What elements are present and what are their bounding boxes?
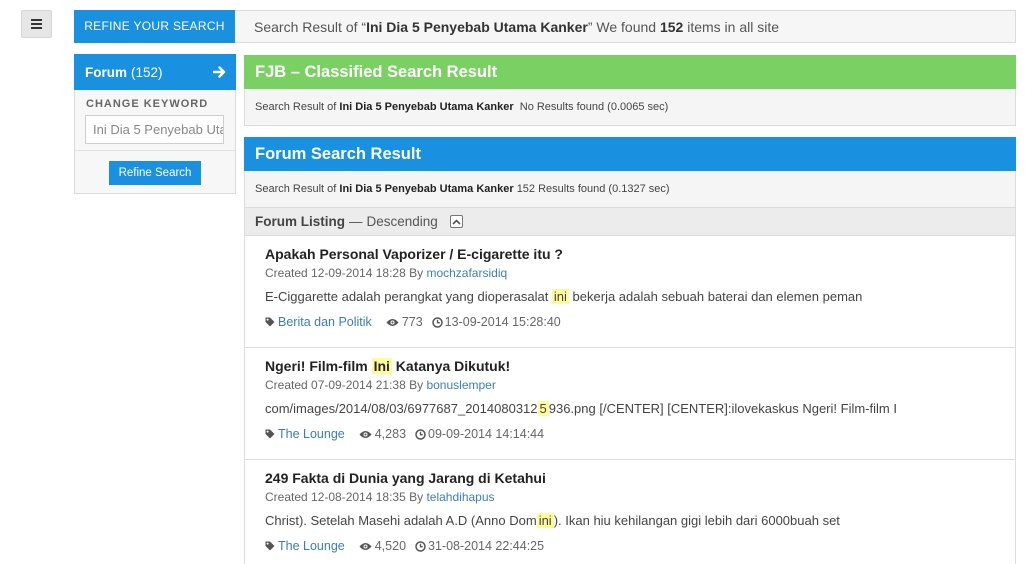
list-item: Apakah Personal Vaporizer / E-cigarette … xyxy=(245,236,1015,348)
fjb-section: FJB – Classified Search Result Search Re… xyxy=(244,55,1016,126)
forum-listing-header: Forum Listing — Descending xyxy=(245,207,1015,236)
clock-icon xyxy=(415,540,426,552)
list-item: Ngeri! Film-film Ini Katanya Dikutuk! Cr… xyxy=(245,348,1015,460)
listing-label: Forum Listing xyxy=(255,214,345,229)
summary-count: 152 xyxy=(659,18,684,35)
snippet-text: E-Ciggarette adalah perangkat yang diope… xyxy=(265,289,552,304)
result-footer: Berita dan Politik 773 13-09-2014 15:28:… xyxy=(265,313,1015,331)
result-title-link[interactable]: Apakah Personal Vaporizer / E-cigarette … xyxy=(265,246,1015,266)
result-meta: Created 07-09-2014 21:38 By bonuslemper xyxy=(265,378,1015,395)
eye-icon xyxy=(386,318,399,327)
last-post-date: 09-09-2014 14:14:44 xyxy=(428,427,545,441)
forum-query: Ini Dia 5 Penyebab Utama Kanker xyxy=(339,183,514,195)
result-meta: Created 12-09-2014 18:28 By mochzafarsid… xyxy=(265,266,1015,283)
clock-icon xyxy=(415,428,426,440)
snippet-text: com/images/2014/08/03/6977687_2014080312 xyxy=(265,401,538,416)
summary-suffix: items in all site xyxy=(683,18,780,35)
forum-result: 152 Results found (0.1327 sec) xyxy=(516,183,670,195)
sort-toggle-button[interactable] xyxy=(449,215,463,228)
results-list: Apakah Personal Vaporizer / E-cigarette … xyxy=(245,236,1015,564)
snippet-text: bekerja adalah sebuah baterai dan elemen… xyxy=(568,289,863,304)
search-summary-text: Search Result of “Ini Dia 5 Penyebab Uta… xyxy=(235,19,779,35)
created-text: Created 12-09-2014 18:28 By xyxy=(265,266,427,280)
chevron-up-icon xyxy=(452,218,461,225)
sidebar-item-forum[interactable]: Forum (152) xyxy=(74,54,236,90)
forum-count: (152) xyxy=(131,64,163,80)
tag-icon xyxy=(265,317,275,327)
last-post-date: 13-09-2014 15:28:40 xyxy=(444,315,561,329)
forum-prefix: Search Result of xyxy=(255,183,337,195)
summary-prefix: Search Result of “ xyxy=(254,18,367,35)
snippet-highlight: ini xyxy=(551,289,569,304)
view-count: 773 xyxy=(401,315,423,329)
change-keyword-label: CHANGE KEYWORD xyxy=(86,98,209,110)
fjb-prefix: Search Result of xyxy=(255,101,337,113)
keyword-input[interactable] xyxy=(85,115,224,144)
tag-icon xyxy=(265,541,275,551)
created-text: Created 12-08-2014 18:35 By xyxy=(265,490,427,504)
fjb-result: No Results found (0.0065 sec) xyxy=(519,101,669,113)
summary-middle: ” We found xyxy=(587,18,660,35)
menu-toggle-button[interactable] xyxy=(21,10,52,38)
clock-icon xyxy=(431,316,443,328)
fjb-result-summary: Search Result of Ini Dia 5 Penyebab Utam… xyxy=(245,89,1015,125)
view-count: 4,520 xyxy=(374,539,407,553)
category-link[interactable]: The Lounge xyxy=(278,427,345,441)
listing-order: Descending xyxy=(366,214,438,229)
title-text: Katanya Dikutuk! xyxy=(391,358,511,374)
title-text: Ngeri! Film-film xyxy=(265,358,372,374)
author-link[interactable]: telahdihapus xyxy=(426,490,494,504)
result-meta: Created 12-08-2014 18:35 By telahdihapus xyxy=(265,490,1015,507)
result-footer: The Lounge 4,283 09-09-2014 14:14:44 xyxy=(265,425,1015,443)
arrow-right-icon xyxy=(213,66,226,78)
refine-sidebar: Forum (152) CHANGE KEYWORD Refine Search xyxy=(74,54,236,194)
result-title-link[interactable]: 249 Fakta di Dunia yang Jarang di Ketahu… xyxy=(265,470,1015,490)
forum-label: Forum xyxy=(85,64,127,80)
search-summary-bar: REFINE YOUR SEARCH Search Result of “Ini… xyxy=(74,9,1016,43)
result-snippet: Christ). Setelah Masehi adalah A.D (Anno… xyxy=(265,513,1015,533)
result-snippet: com/images/2014/08/03/6977687_2014080312… xyxy=(265,401,1015,421)
author-link[interactable]: bonuslemper xyxy=(426,378,495,392)
title-highlight: Ini xyxy=(371,358,392,374)
category-link[interactable]: Berita dan Politik xyxy=(278,315,372,329)
tag-icon xyxy=(265,429,275,439)
refine-search-button[interactable]: Refine Search xyxy=(109,161,201,185)
forum-section: Forum Search Result Search Result of Ini… xyxy=(244,137,1016,564)
fjb-title: FJB – Classified Search Result xyxy=(244,55,1016,89)
refine-search-tab[interactable]: REFINE YOUR SEARCH xyxy=(74,9,235,43)
category-link[interactable]: The Lounge xyxy=(278,539,345,553)
snippet-text: 936.png [/CENTER] [CENTER]:ilovekaskus N… xyxy=(548,401,897,416)
forum-result-summary: Search Result of Ini Dia 5 Penyebab Utam… xyxy=(245,171,1015,207)
hamburger-icon xyxy=(31,19,42,29)
forum-title: Forum Search Result xyxy=(244,137,1016,171)
title-text: Apakah Personal Vaporizer / E-cigarette … xyxy=(265,246,563,262)
eye-icon xyxy=(359,430,372,439)
created-text: Created 07-09-2014 21:38 By xyxy=(265,378,427,392)
list-item: 249 Fakta di Dunia yang Jarang di Ketahu… xyxy=(245,460,1015,564)
result-snippet: E-Ciggarette adalah perangkat yang diope… xyxy=(265,289,1015,309)
snippet-highlight: ini xyxy=(536,513,554,528)
eye-icon xyxy=(359,542,372,551)
snippet-highlight: 5 xyxy=(537,401,549,416)
divider xyxy=(75,150,235,151)
result-footer: The Lounge 4,520 31-08-2014 22:44:25 xyxy=(265,537,1015,555)
last-post-date: 31-08-2014 22:44:25 xyxy=(428,539,545,553)
summary-query: Ini Dia 5 Penyebab Utama Kanker xyxy=(366,18,588,35)
view-count: 4,283 xyxy=(374,427,407,441)
result-title-link[interactable]: Ngeri! Film-film Ini Katanya Dikutuk! xyxy=(265,358,1015,378)
snippet-text: ). Ikan hiu kehilangan gigi lebih dari 6… xyxy=(553,513,840,528)
title-text: 249 Fakta di Dunia yang Jarang di Ketahu… xyxy=(265,470,546,486)
fjb-query: Ini Dia 5 Penyebab Utama Kanker xyxy=(339,101,514,113)
listing-sep: — xyxy=(349,214,363,229)
author-link[interactable]: mochzafarsidiq xyxy=(426,266,507,280)
snippet-text: Christ). Setelah Masehi adalah A.D (Anno… xyxy=(265,513,537,528)
